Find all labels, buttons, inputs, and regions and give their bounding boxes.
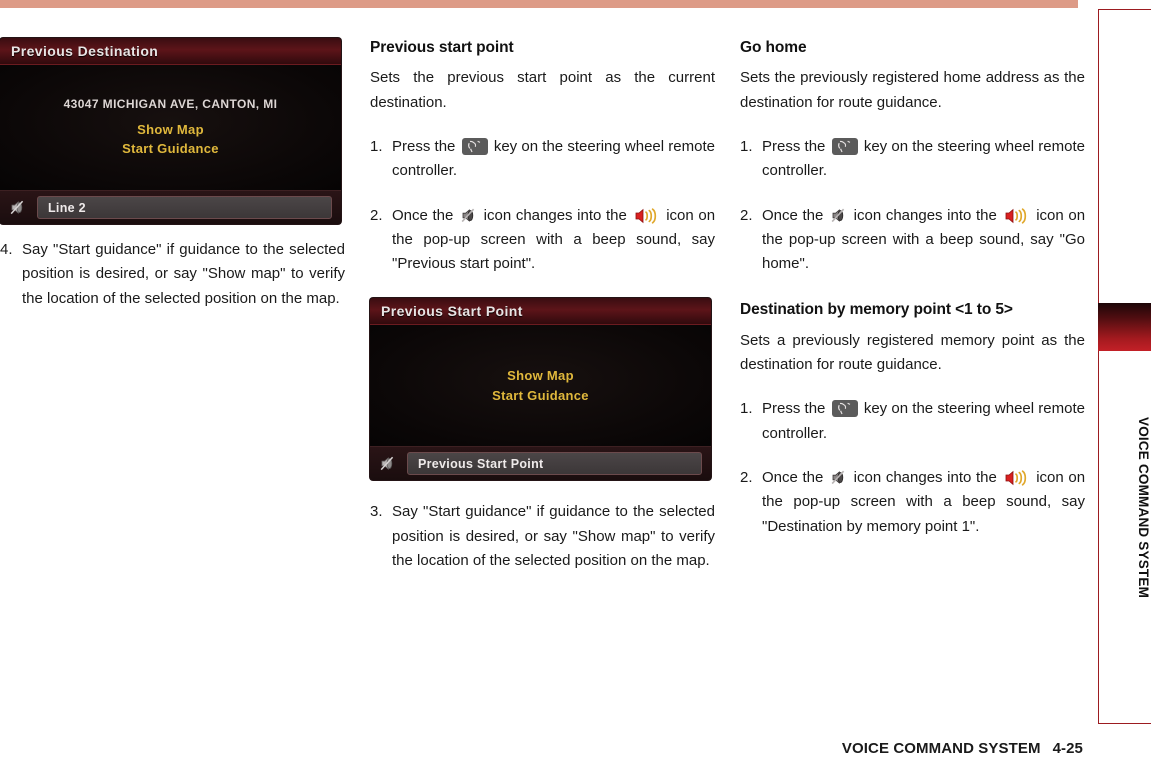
right-column: Go home Sets the previously registered h… xyxy=(740,38,1085,539)
list-item: 2. Once the icon changes into the icon on… xyxy=(740,466,1085,539)
step-number: 1. xyxy=(740,400,753,418)
steering-wheel-voice-key-icon xyxy=(831,137,858,155)
nav-screenshot-title-bar: Previous Destination xyxy=(0,38,341,65)
step-text-before-icon: Press the xyxy=(762,400,826,418)
voice-command-start-guidance: Start Guidance xyxy=(492,387,589,403)
section-title-go-home: Go home xyxy=(740,39,807,56)
step-number: 1. xyxy=(370,137,383,155)
nav-screenshot-title: Previous Start Point xyxy=(381,303,523,320)
middle-steps-list-bottom: 3. Say "Start guidance" if guidance to th… xyxy=(370,500,715,573)
speaker-mute-icon xyxy=(830,469,847,486)
voice-command-start-guidance: Start Guidance xyxy=(122,141,219,156)
left-column: Previous Destination 43047 MICHIGAN AVE,… xyxy=(0,38,345,311)
step-number: 2. xyxy=(370,206,383,224)
step-text-part1: Once the xyxy=(762,206,824,224)
status-line-text: Line 2 xyxy=(48,200,86,215)
top-accent-bar xyxy=(0,0,1078,8)
step-text-part1: Once the xyxy=(762,469,824,487)
step-number: 2. xyxy=(740,469,753,487)
step-text-before-icon: Press the xyxy=(392,137,456,155)
go-home-steps-list: 1. Press the key on the steering wheel re… xyxy=(740,135,1085,276)
nav-screenshot-previous-start-point: Previous Start Point Show Map Start Guid… xyxy=(370,298,711,481)
page-footer: VOICE COMMAND SYSTEM 4-25 xyxy=(842,740,1083,757)
speaker-mute-icon xyxy=(830,207,847,224)
steering-wheel-voice-key-icon xyxy=(831,400,858,418)
nav-screenshot-title-bar: Previous Start Point xyxy=(370,298,711,326)
nav-screenshot-status-bar: Line 2 xyxy=(0,190,341,224)
left-steps-list: 4. Say "Start guidance" if guidance to th… xyxy=(0,238,345,311)
memory-point-steps-list: 1. Press the key on the steering wheel re… xyxy=(740,397,1085,538)
section-title-memory-point: Destination by memory point <1 to 5> xyxy=(740,301,1013,319)
list-item: 2. Once the icon changes into the icon on… xyxy=(370,204,715,277)
nav-screenshot-title: Previous Destination xyxy=(11,43,159,59)
step-number: 3. xyxy=(370,503,383,521)
step-text-part1: Once the xyxy=(392,206,454,224)
destination-address: 43047 MICHIGAN AVE, CANTON, MI xyxy=(63,96,278,111)
speaker-active-icon xyxy=(1004,207,1030,224)
list-item: 1. Press the key on the steering wheel re… xyxy=(370,135,715,184)
nav-screenshot-body: Show Map Start Guidance xyxy=(370,325,711,447)
footer-title: VOICE COMMAND SYSTEM xyxy=(841,740,1041,757)
side-tab-chapter-marker xyxy=(1098,303,1151,351)
step-text-part2: icon changes into the xyxy=(853,206,997,224)
step-number: 2. xyxy=(740,206,753,224)
section-intro-text: Sets a previously registered memory poin… xyxy=(740,331,1085,374)
speaker-active-icon xyxy=(634,207,660,224)
step-number: 1. xyxy=(740,137,753,155)
status-line-field: Line 2 xyxy=(37,196,332,219)
status-line-field: Previous Start Point xyxy=(407,452,702,476)
step-text: Say "Start guidance" if guidance to the … xyxy=(392,503,715,570)
list-item: 4. Say "Start guidance" if guidance to th… xyxy=(0,238,345,311)
step-text: Say "Start guidance" if guidance to the … xyxy=(22,241,345,307)
steering-wheel-voice-key-icon xyxy=(461,137,488,155)
list-item: 2. Once the icon changes into the icon on… xyxy=(740,204,1085,277)
voice-command-show-map: Show Map xyxy=(137,121,204,137)
step-text-before-icon: Press the xyxy=(762,137,826,155)
section-intro-text: Sets the previous start point as the cur… xyxy=(370,69,715,111)
middle-column: Previous start point Sets the previous s… xyxy=(370,38,715,573)
list-item: 1. Press the key on the steering wheel re… xyxy=(740,135,1085,184)
middle-steps-list-top: 1. Press the key on the steering wheel re… xyxy=(370,135,715,276)
speaker-active-icon xyxy=(1004,470,1030,486)
status-line-text: Previous Start Point xyxy=(418,456,544,471)
nav-screenshot-body: 43047 MICHIGAN AVE, CANTON, MI Show Map … xyxy=(0,65,341,190)
speaker-mute-icon xyxy=(379,455,396,472)
step-text-part2: icon changes into the xyxy=(483,206,627,224)
step-number: 4. xyxy=(0,241,13,258)
section-intro-text: Sets the previously registered home addr… xyxy=(740,69,1085,111)
side-tab-label: VOICE COMMAND SYSTEM xyxy=(1136,417,1151,599)
speaker-mute-icon xyxy=(460,207,477,224)
nav-screenshot-status-bar: Previous Start Point xyxy=(370,446,711,481)
footer-page-number: 4-25 xyxy=(1052,740,1083,757)
step-text-part2: icon changes into the xyxy=(853,469,997,487)
list-item: 3. Say "Start guidance" if guidance to th… xyxy=(370,500,715,573)
page-title: Previous start point xyxy=(370,39,514,56)
speaker-mute-icon xyxy=(9,199,26,216)
nav-screenshot-previous-destination: Previous Destination 43047 MICHIGAN AVE,… xyxy=(0,38,341,224)
voice-command-show-map: Show Map xyxy=(507,368,574,384)
list-item: 1. Press the key on the steering wheel re… xyxy=(740,397,1085,446)
